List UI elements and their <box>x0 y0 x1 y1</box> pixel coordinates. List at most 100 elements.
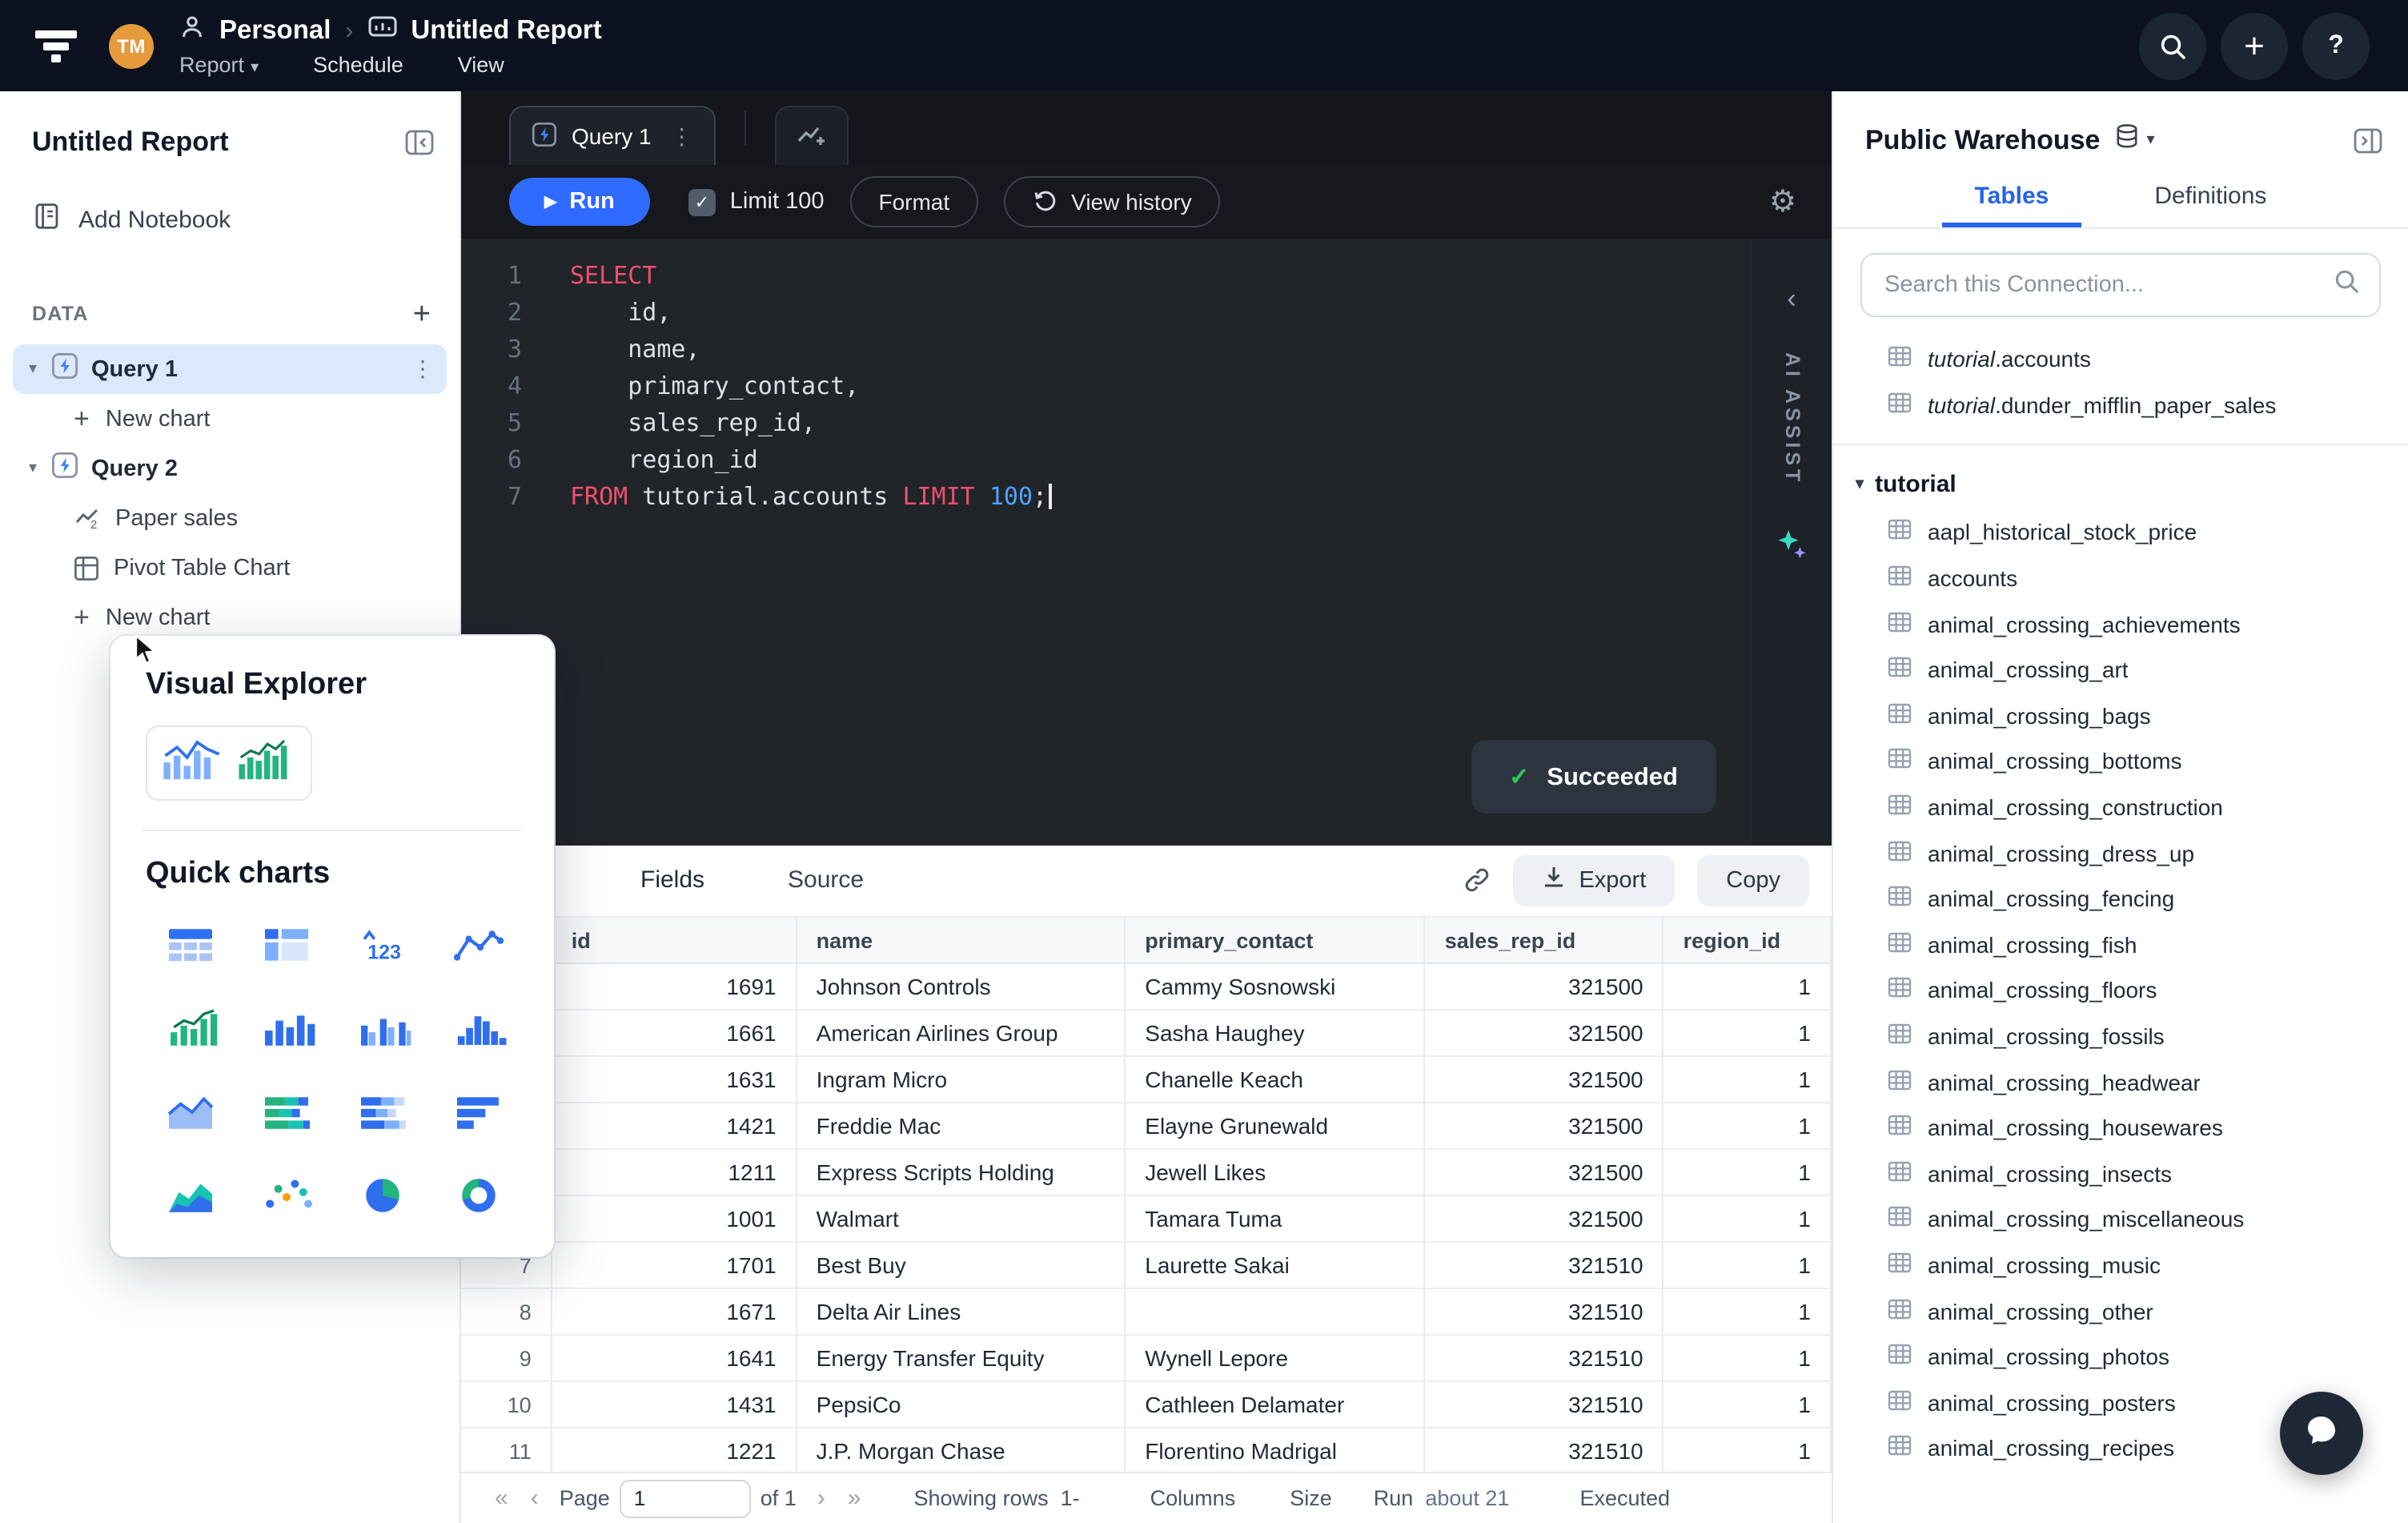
table-row[interactable]: 61001WalmartTamara Tuma3215001 <box>461 1195 1832 1244</box>
table-item-animal_crossing_bags[interactable]: animal_crossing_bags <box>1833 693 2408 738</box>
view-menu[interactable]: View <box>458 53 504 77</box>
table-cell[interactable]: Sasha Haughey <box>1125 1010 1426 1058</box>
column-header-id[interactable]: id <box>551 917 797 965</box>
table-cell[interactable]: 1671 <box>551 1288 797 1336</box>
schedule-menu[interactable]: Schedule <box>313 53 403 77</box>
table-cell[interactable]: J.P. Morgan Chase <box>796 1428 1126 1473</box>
table-cell[interactable]: Walmart <box>796 1195 1126 1244</box>
table-row[interactable]: 31631Ingram MicroChanelle Keach3215001 <box>461 1056 1832 1104</box>
table-cell[interactable]: 321510 <box>1424 1428 1664 1473</box>
area-chart-chart-icon[interactable] <box>146 1081 235 1142</box>
sql-editor[interactable]: 1 2 3 4 5 6 7 SELECT id, name, primary_contact… <box>461 239 1832 846</box>
pie-chart-icon[interactable] <box>338 1164 427 1225</box>
expand-ai-icon[interactable]: ‹ <box>1787 280 1796 317</box>
column-header-name[interactable]: name <box>796 917 1126 965</box>
single-value-chart-icon[interactable]: 123 <box>338 914 427 975</box>
size-button[interactable]: Size <box>1290 1486 1332 1510</box>
copy-button[interactable]: Copy <box>1697 854 1809 906</box>
kebab-menu-icon[interactable]: ⋮ <box>411 356 434 383</box>
table-cell[interactable]: Cammy Sosnowski <box>1125 963 1426 1011</box>
column-header-sales_rep_id[interactable]: sales_rep_id <box>1424 917 1664 965</box>
add-data-button[interactable]: + <box>413 299 431 329</box>
table-row[interactable]: 41421Freddie MacElayne Grunewald3215001 <box>461 1103 1832 1151</box>
page-input[interactable] <box>619 1479 751 1518</box>
table-row[interactable]: 21661American Airlines GroupSasha Haughe… <box>461 1010 1832 1058</box>
table-cell[interactable]: Johnson Controls <box>796 963 1126 1011</box>
column-header-region_id[interactable]: region_id <box>1663 917 1832 965</box>
table-item-animal_crossing_housewares[interactable]: animal_crossing_housewares <box>1833 1105 2408 1151</box>
table-cell[interactable]: Chanelle Keach <box>1125 1056 1426 1104</box>
table-cell[interactable]: 1 <box>1663 1288 1832 1336</box>
table-item-animal_crossing_insects[interactable]: animal_crossing_insects <box>1833 1151 2408 1196</box>
table-cell[interactable]: Express Scripts Holding <box>796 1149 1126 1197</box>
table-cell[interactable]: 1211 <box>551 1149 797 1197</box>
table-item-animal_crossing_construction[interactable]: animal_crossing_construction <box>1833 785 2408 830</box>
chevron-down-icon[interactable]: ▾ <box>2146 131 2154 149</box>
table-item-animal_crossing_other[interactable]: animal_crossing_other <box>1833 1288 2408 1334</box>
table-cell[interactable]: Best Buy <box>796 1242 1126 1290</box>
report-menu[interactable]: Report ▾ <box>179 53 259 77</box>
table-cell[interactable]: 1 <box>1663 1242 1832 1290</box>
tab-fields[interactable]: Fields <box>640 867 704 894</box>
table-cell[interactable]: 1 <box>1663 1056 1832 1104</box>
connection-name[interactable]: Public Warehouse <box>1865 124 2100 156</box>
table-cell[interactable]: Delta Air Lines <box>796 1288 1126 1336</box>
open-console-icon[interactable] <box>2354 127 2382 153</box>
schema-tutorial[interactable]: ▾ tutorial <box>1833 458 2408 509</box>
table-cell[interactable]: 321510 <box>1424 1335 1664 1383</box>
table-cell[interactable]: Ingram Micro <box>796 1056 1126 1104</box>
column-header-primary_contact[interactable]: primary_contact <box>1125 917 1426 965</box>
recent-table-item[interactable]: tutorial.dunder_mifflin_paper_sales <box>1833 382 2408 428</box>
link-icon[interactable] <box>1463 867 1491 894</box>
table-item-animal_crossing_floors[interactable]: animal_crossing_floors <box>1833 967 2408 1013</box>
table-cell[interactable]: 1631 <box>551 1056 797 1104</box>
table-cell[interactable]: 321500 <box>1424 1195 1664 1244</box>
add-notebook-button[interactable]: Add Notebook <box>0 187 460 251</box>
stacked-rows-alt-chart-icon[interactable] <box>338 1081 427 1142</box>
chevron-down-icon[interactable]: ▾ <box>29 460 51 477</box>
next-page-icon[interactable]: › <box>817 1485 825 1512</box>
table-item-animal_crossing_headwear[interactable]: animal_crossing_headwear <box>1833 1059 2408 1105</box>
table-item-animal_crossing_art[interactable]: animal_crossing_art <box>1833 647 2408 693</box>
table-cell[interactable]: American Airlines Group <box>796 1010 1126 1058</box>
first-page-icon[interactable]: « <box>495 1485 508 1512</box>
table-cell[interactable]: 1421 <box>551 1103 797 1151</box>
table-cell[interactable] <box>1125 1288 1426 1336</box>
prev-page-icon[interactable]: ‹ <box>531 1485 539 1512</box>
table-cell[interactable]: 321500 <box>1424 1010 1664 1058</box>
table-row[interactable]: 1 1691Johnson ControlsCammy Sosnowski3215… <box>461 963 1832 1011</box>
recent-table-item[interactable]: tutorial.accounts <box>1833 336 2408 382</box>
table-cell[interactable]: 1001 <box>551 1195 797 1244</box>
table-item-animal_crossing_fish[interactable]: animal_crossing_fish <box>1833 922 2408 967</box>
filled-area-chart-icon[interactable] <box>146 1164 235 1225</box>
table-row[interactable]: 51211Express Scripts HoldingJewell Likes… <box>461 1149 1832 1197</box>
help-button[interactable]: ? <box>2302 12 2370 79</box>
table-cell[interactable]: 1221 <box>551 1428 797 1473</box>
limit-checkbox[interactable]: ✓ Limit 100 <box>688 188 824 215</box>
table-cell[interactable]: 1 <box>1663 1149 1832 1197</box>
table-row[interactable]: 10 1431 PepsiCo Cathleen Delamater 321510 1 <box>461 1381 1832 1429</box>
new-chart-button[interactable]: + New chart <box>0 394 460 444</box>
table-item-aapl_historical_stock_price[interactable]: aapl_historical_stock_price <box>1833 509 2408 555</box>
table-cell[interactable]: 321510 <box>1424 1288 1664 1336</box>
table-cell[interactable]: 321500 <box>1424 963 1664 1011</box>
table-item-animal_crossing_achievements[interactable]: animal_crossing_achievements <box>1833 601 2408 647</box>
new-chart-tab-button[interactable] <box>774 106 849 165</box>
sparkle-icon[interactable] <box>1774 527 1809 573</box>
new-chart-button[interactable]: + New chart <box>0 593 460 642</box>
table-cell[interactable]: Energy Transfer Equity <box>796 1335 1126 1383</box>
histogram-chart-icon[interactable] <box>434 998 524 1059</box>
table-chart-icon[interactable] <box>146 914 235 975</box>
visual-explorer-button[interactable] <box>146 725 312 801</box>
table-cell[interactable]: 1 <box>1663 1335 1832 1383</box>
table-cell[interactable]: 1 <box>1663 1195 1832 1244</box>
table-cell[interactable]: Freddie Mac <box>796 1103 1126 1151</box>
add-button[interactable]: + <box>2221 12 2288 79</box>
scatter-chart-icon[interactable] <box>242 1164 331 1225</box>
donut-chart-icon[interactable] <box>434 1164 524 1225</box>
table-cell[interactable]: Florentino Madrigal <box>1125 1428 1426 1473</box>
run-button[interactable]: ▶ Run <box>509 178 650 226</box>
table-cell[interactable]: Cathleen Delamater <box>1125 1381 1426 1429</box>
table-cell[interactable]: 1431 <box>551 1381 797 1429</box>
bar-rows-chart-icon[interactable] <box>434 1081 524 1142</box>
